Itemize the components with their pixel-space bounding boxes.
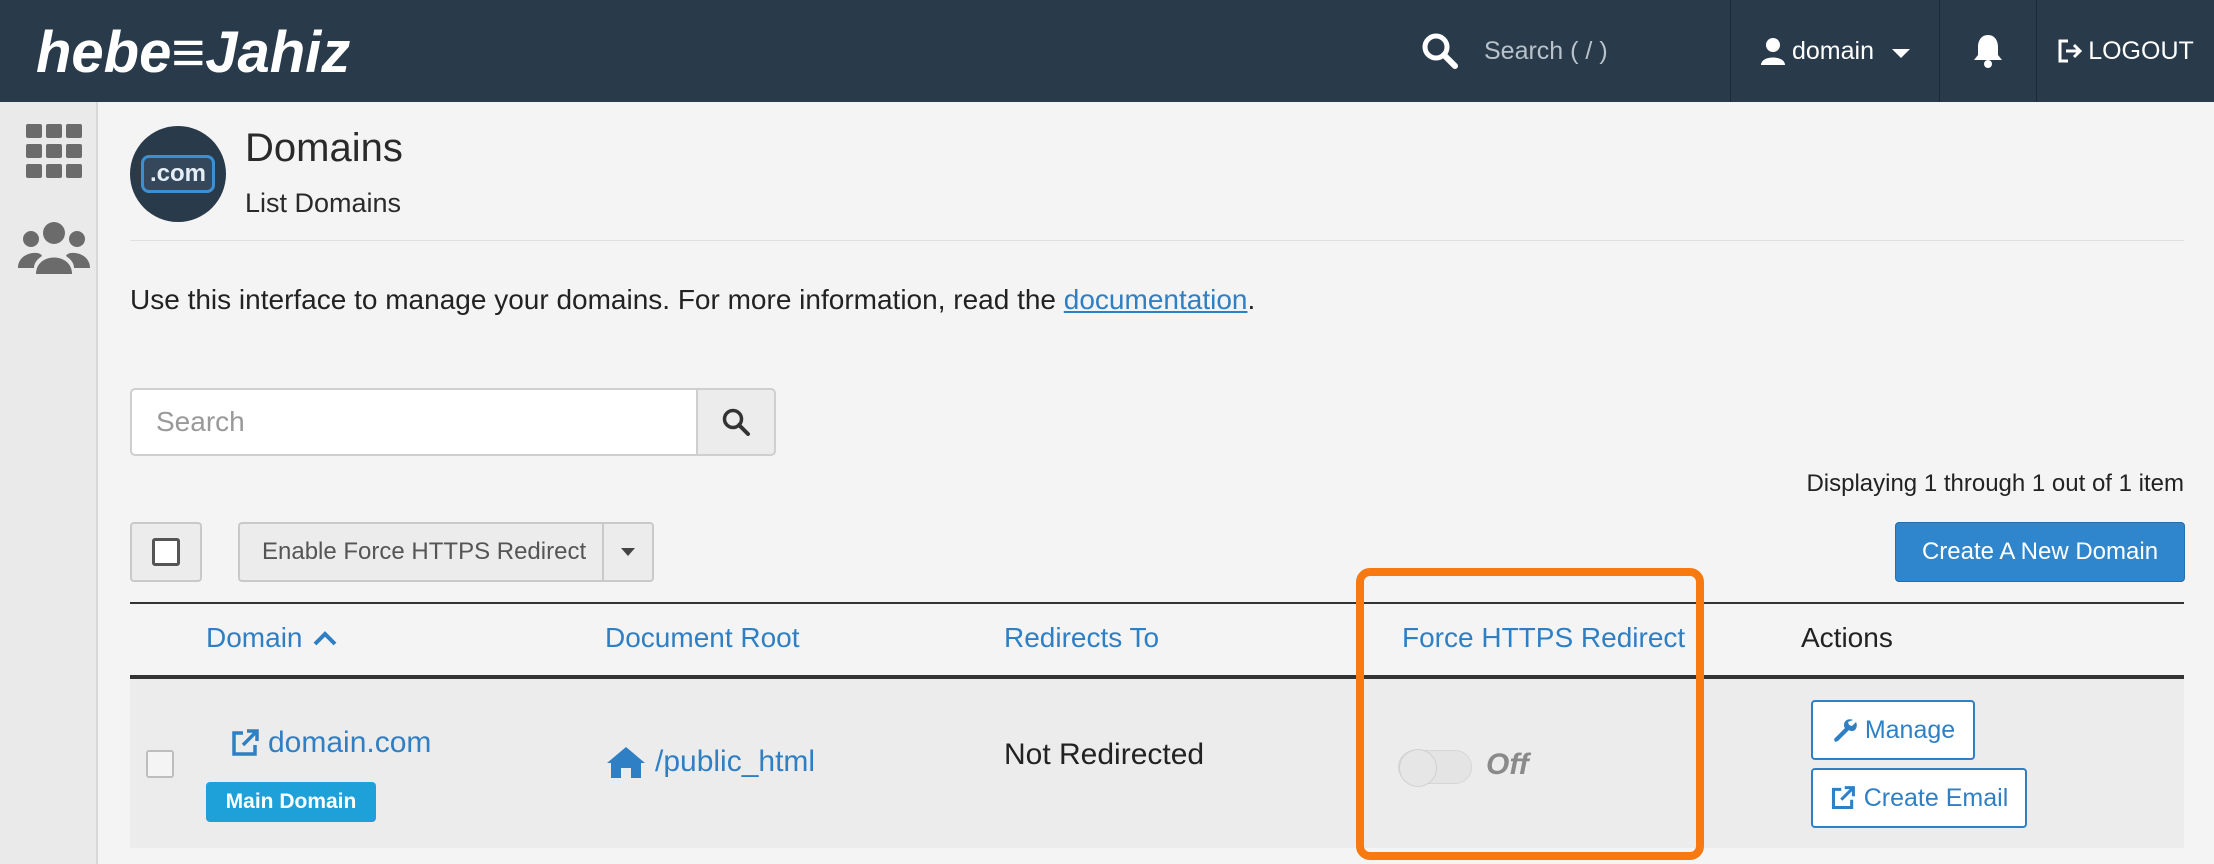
global-search[interactable]: Search ( / ) xyxy=(1400,0,1730,102)
left-sidebar xyxy=(0,102,98,864)
domain-name[interactable]: domain.com xyxy=(268,726,431,760)
manage-button-label[interactable]: Manage xyxy=(1865,716,1955,745)
documentation-link[interactable]: documentation xyxy=(1064,284,1248,315)
force-https-toggle[interactable] xyxy=(1398,749,1472,787)
logout-button[interactable]: LOGOUT xyxy=(2036,0,2214,102)
column-header-redirects-to[interactable]: Redirects To xyxy=(1004,622,1159,654)
pagination-summary: Displaying 1 through 1 out of 1 item xyxy=(1806,470,2184,497)
column-header-actions: Actions xyxy=(1801,622,1893,653)
domain-search-input[interactable]: Search xyxy=(130,388,698,456)
intro-trailing: . xyxy=(1247,284,1256,315)
create-email-button[interactable]: Create Email xyxy=(1811,768,2027,828)
force-https-status: Off xyxy=(1486,748,1529,781)
logout-icon xyxy=(2058,39,2083,63)
domain-search-placeholder[interactable]: Search xyxy=(156,406,245,438)
home-icon xyxy=(607,747,645,778)
column-header-force-https[interactable]: Force HTTPS Redirect xyxy=(1402,622,1685,654)
dotcom-badge: .com xyxy=(140,155,215,193)
manage-button[interactable]: Manage xyxy=(1811,700,1975,760)
row-checkbox[interactable] xyxy=(146,750,174,778)
bell-icon xyxy=(1974,35,2002,68)
document-root-path[interactable]: /public_html xyxy=(655,745,815,779)
page-title: Domains xyxy=(245,126,403,170)
domain-search-button[interactable] xyxy=(696,388,776,456)
user-menu[interactable]: domain xyxy=(1730,0,1940,102)
external-link-icon xyxy=(232,729,259,756)
document-root-link[interactable]: /public_html xyxy=(605,745,815,779)
toggle-knob[interactable] xyxy=(1399,749,1437,787)
apps-grid-icon[interactable] xyxy=(26,124,82,178)
chevron-down-icon xyxy=(621,548,635,556)
brand-logo[interactable]: hebe≡Jahiz xyxy=(36,2,416,100)
select-all-checkbox[interactable] xyxy=(130,522,202,582)
column-header-document-root[interactable]: Document Root xyxy=(605,622,800,654)
bulk-action-dropdown[interactable] xyxy=(602,522,654,582)
column-header-domain-label[interactable]: Domain xyxy=(206,622,302,654)
search-icon xyxy=(722,408,750,436)
domain-link[interactable]: domain.com xyxy=(230,726,431,760)
bulk-action-button[interactable]: Enable Force HTTPS Redirect xyxy=(238,522,604,582)
svg-text:hebe≡Jahiz: hebe≡Jahiz xyxy=(36,20,350,85)
create-domain-button[interactable]: Create A New Domain xyxy=(1895,522,2185,582)
redirect-status: Not Redirected xyxy=(1004,738,1205,771)
users-icon[interactable] xyxy=(18,220,90,276)
global-search-placeholder[interactable]: Search ( / ) xyxy=(1484,37,1608,66)
wrench-icon xyxy=(1833,719,1857,742)
table-top-border xyxy=(130,602,2184,604)
column-header-domain[interactable]: Domain xyxy=(206,622,338,654)
page-subtitle: List Domains xyxy=(245,188,402,218)
intro-body: Use this interface to manage your domain… xyxy=(130,284,1064,315)
chevron-down-icon xyxy=(1892,48,1910,58)
external-link-icon xyxy=(1831,786,1855,810)
search-icon xyxy=(1422,33,1458,69)
create-email-button-label[interactable]: Create Email xyxy=(1864,784,2009,813)
header-divider xyxy=(130,240,2184,241)
logo-wordmark: hebe≡Jahiz xyxy=(36,20,350,85)
notifications-button[interactable] xyxy=(1940,0,2036,102)
logout-label: LOGOUT xyxy=(2088,36,2194,65)
domains-app-icon: .com xyxy=(130,126,226,222)
checkbox-box[interactable] xyxy=(152,538,180,566)
main-domain-badge: Main Domain xyxy=(206,782,376,822)
user-menu-label: domain xyxy=(1792,36,1874,65)
intro-text: Use this interface to manage your domain… xyxy=(130,284,1255,316)
user-icon xyxy=(1761,38,1785,65)
top-navbar: hebe≡Jahiz Search ( / ) domain LOGOUT xyxy=(0,0,2214,102)
sort-ascending-icon xyxy=(314,631,337,646)
